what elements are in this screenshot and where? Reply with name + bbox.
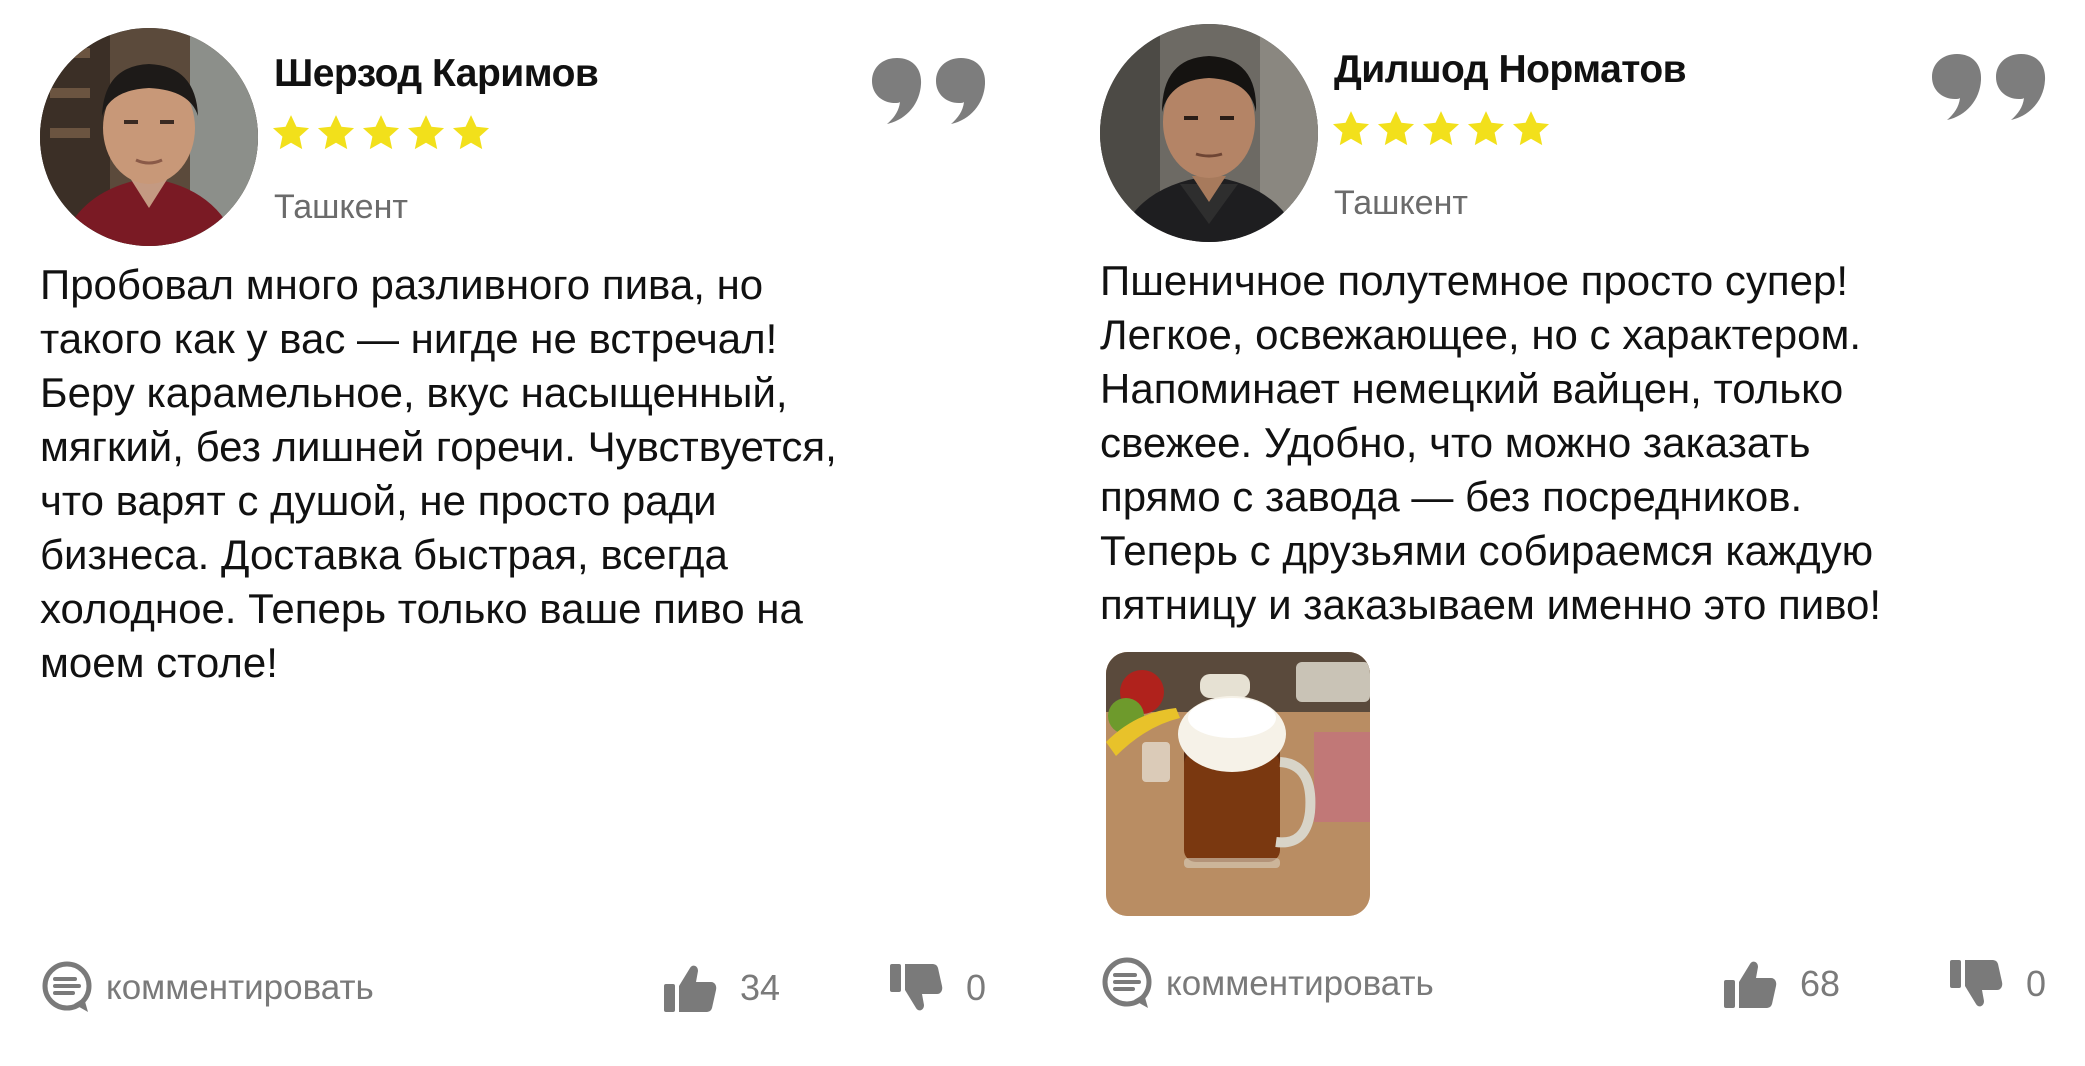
avatar	[40, 28, 258, 246]
star-icon	[1512, 111, 1550, 146]
avatar	[1100, 24, 1318, 242]
comment-button[interactable]: комментировать	[40, 958, 374, 1018]
star-icon	[452, 115, 490, 150]
quote-icon	[872, 58, 986, 124]
author-city: Ташкент	[274, 188, 408, 226]
review-photo[interactable]	[1106, 652, 1370, 916]
thumbs-down-icon	[890, 964, 943, 1011]
dislike-count: 0	[2026, 963, 2047, 1004]
dislike-button[interactable]: 0	[1948, 954, 2046, 1014]
review-card: Шерзод Каримов Ташкент Пробовал много ра…	[40, 0, 1040, 1066]
like-count: 68	[1800, 963, 1841, 1004]
comment-button[interactable]: комментировать	[1100, 954, 1434, 1014]
review-text: Пробовал много разливного пива, но таког…	[40, 261, 837, 686]
comment-label: комментировать	[106, 968, 374, 1007]
review-card: Дилшод Норматов Ташкент Пшеничное полуте…	[1100, 0, 2085, 1066]
thumbs-down-icon	[1950, 960, 2003, 1007]
like-button[interactable]: 34	[662, 958, 780, 1018]
like-count: 34	[740, 967, 781, 1008]
star-icon	[407, 115, 445, 150]
star-icon	[272, 115, 310, 150]
like-button[interactable]: 68	[1722, 954, 1840, 1014]
author-city: Ташкент	[1334, 184, 1468, 222]
comment-label: комментировать	[1166, 964, 1434, 1003]
star-icon	[1377, 111, 1415, 146]
star-icon	[1332, 111, 1370, 146]
rating-stars	[1330, 108, 1552, 150]
quote-icon	[1932, 54, 2046, 120]
star-icon	[1467, 111, 1505, 146]
review-footer: комментировать 34 0	[40, 958, 1000, 1018]
review-text: Пшеничное полутемное просто супер! Легко…	[1100, 257, 1882, 628]
review-footer: комментировать 68 0	[1100, 954, 2060, 1014]
rating-stars	[270, 112, 492, 154]
thumbs-up-icon	[1724, 961, 1777, 1008]
author-name: Шерзод Каримов	[274, 52, 599, 95]
star-icon	[1422, 111, 1460, 146]
dislike-count: 0	[966, 967, 987, 1008]
thumbs-up-icon	[664, 965, 717, 1012]
star-icon	[317, 115, 355, 150]
star-icon	[362, 115, 400, 150]
dislike-button[interactable]: 0	[888, 958, 986, 1018]
comment-bubble-icon	[1102, 957, 1152, 1008]
author-name: Дилшод Норматов	[1334, 48, 1687, 91]
comment-bubble-icon	[42, 961, 92, 1012]
